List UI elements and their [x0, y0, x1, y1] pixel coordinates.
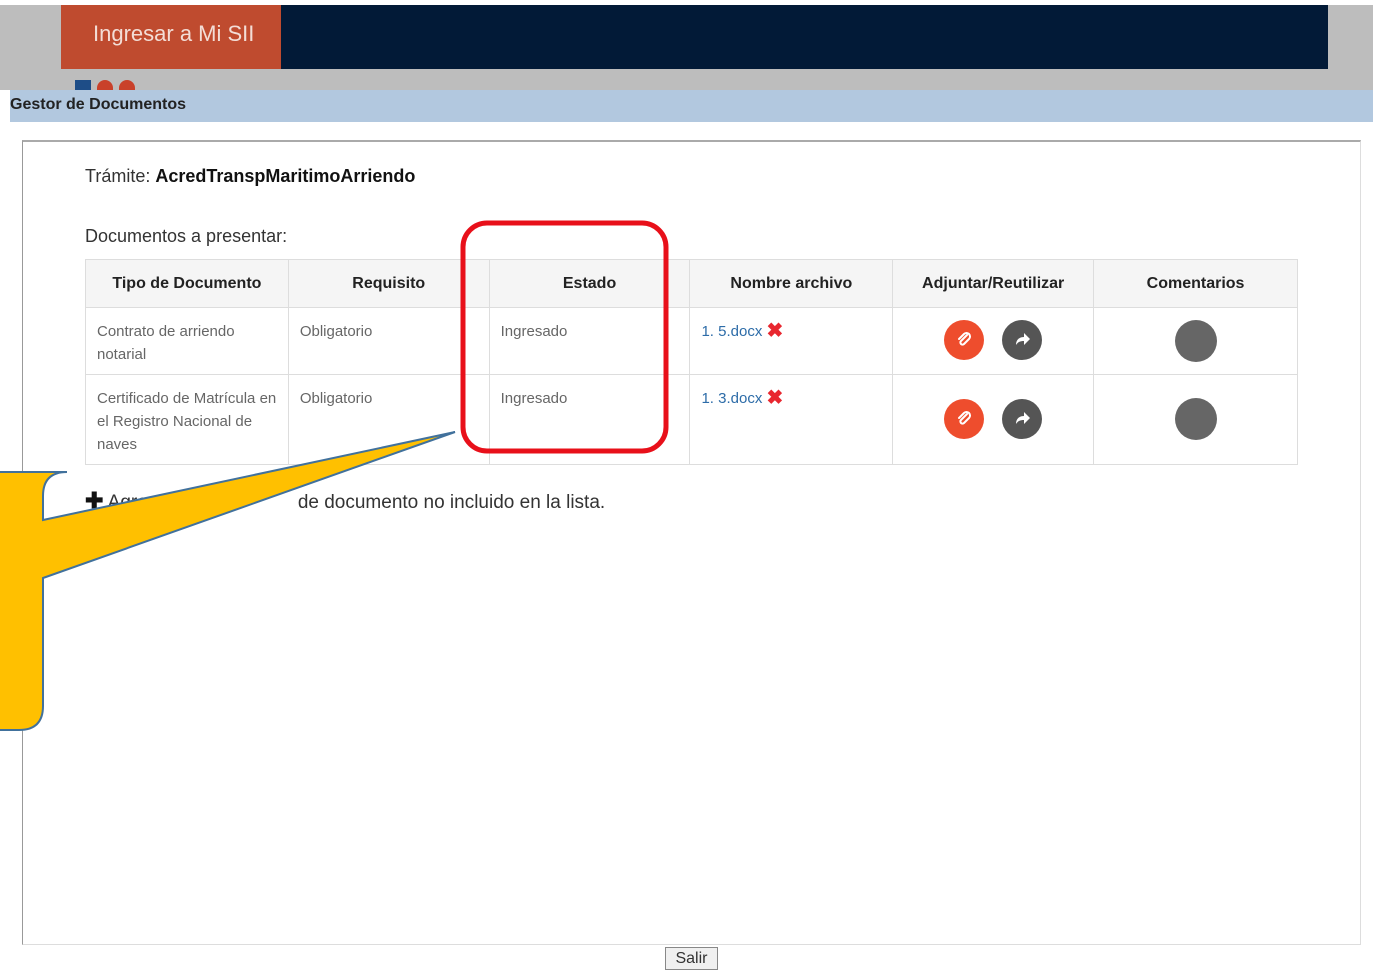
- plus-icon: ✚: [85, 488, 104, 513]
- reuse-share-arrow-icon[interactable]: [1002, 320, 1043, 360]
- table-header-row: Tipo de Documento Requisito Estado Nombr…: [85, 259, 1298, 308]
- section-title: Gestor de Documentos: [10, 96, 187, 113]
- table-row: Contrato de arriendo notarial Obligatori…: [85, 307, 1298, 375]
- top-navigation-bar: Ingresar a Mi SII: [61, 5, 1328, 69]
- column-header-comentarios: Comentarios: [1093, 259, 1298, 308]
- cell-adjuntar: [892, 307, 1095, 375]
- tramite-value: AcredTranspMaritimoArriendo: [155, 166, 416, 186]
- cell-estado: Ingresado: [488, 307, 691, 375]
- documents-label: Documentos a presentar:: [85, 226, 288, 246]
- tramite-label: Trámite:: [85, 166, 151, 186]
- column-header-adjuntar: Adjuntar/Reutilizar: [892, 259, 1095, 308]
- logo-dot-red: [97, 80, 113, 90]
- logo-dot-red: [119, 80, 135, 90]
- cell-requisito: Obligatorio: [287, 307, 490, 375]
- column-header-requisito: Requisito: [287, 259, 490, 308]
- exit-button[interactable]: Salir: [665, 947, 718, 970]
- file-link[interactable]: 1. 3.docx: [701, 390, 762, 407]
- cell-requisito: Obligatorio: [287, 374, 490, 465]
- attach-paperclip-icon[interactable]: [944, 399, 985, 439]
- login-mi-sii-button[interactable]: Ingresar a Mi SII: [61, 5, 281, 69]
- comment-circle-icon[interactable]: [1174, 320, 1217, 362]
- add-document-text-start: Agre: [107, 492, 148, 513]
- logo-square-blue: [75, 80, 91, 90]
- cell-tipo: Contrato de arriendo notarial: [85, 307, 289, 375]
- column-header-tipo: Tipo de Documento: [85, 259, 289, 308]
- column-header-estado: Estado: [488, 259, 691, 308]
- cell-archivo: 1. 5.docx ✖: [689, 307, 894, 375]
- documents-table: Tipo de Documento Requisito Estado Nombr…: [85, 259, 1298, 465]
- cell-estado: Ingresado: [488, 374, 691, 465]
- file-link[interactable]: 1. 5.docx: [701, 323, 762, 340]
- section-title-bar: Gestor de Documentos: [10, 90, 1373, 122]
- cell-comentarios: [1093, 374, 1298, 465]
- attach-paperclip-icon[interactable]: [944, 320, 985, 360]
- add-document-text-end: de documento no incluido en la lista.: [297, 492, 606, 513]
- cell-tipo: Certificado de Matrícula en el Registro …: [85, 374, 289, 465]
- cell-comentarios: [1093, 307, 1298, 375]
- tramite-line: Trámite: AcredTranspMaritimoArriendo: [85, 166, 415, 187]
- cell-archivo: 1. 3.docx ✖: [689, 374, 894, 465]
- cell-adjuntar: [892, 374, 1095, 465]
- delete-x-icon[interactable]: ✖: [767, 387, 784, 410]
- reuse-share-arrow-icon[interactable]: [1002, 399, 1043, 439]
- delete-x-icon[interactable]: ✖: [767, 320, 784, 343]
- comment-circle-icon[interactable]: [1174, 398, 1217, 440]
- table-row: Certificado de Matrícula en el Registro …: [85, 374, 1298, 465]
- column-header-nombre-archivo: Nombre archivo: [689, 259, 894, 308]
- add-document-link[interactable]: ✚ Agre de documento no incluido en la lis…: [85, 488, 605, 514]
